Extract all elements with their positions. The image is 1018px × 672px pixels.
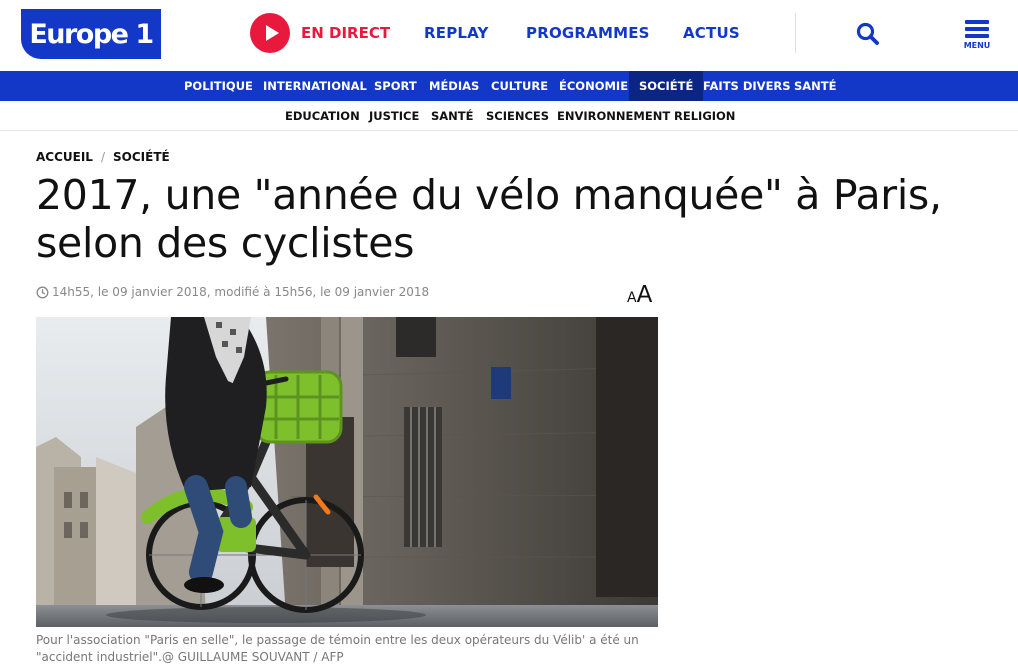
- menu-button[interactable]: MENU: [962, 20, 992, 52]
- play-icon: [250, 13, 290, 53]
- photo-cyclist-velib: [36, 317, 658, 627]
- font-size-toggle[interactable]: A A: [627, 282, 652, 308]
- header-divider: [795, 13, 796, 53]
- breadcrumb: ACCUEIL / SOCIÉTÉ: [36, 150, 170, 164]
- nav-replay[interactable]: REPLAY: [424, 24, 489, 42]
- live-button[interactable]: EN DIRECT: [250, 13, 390, 53]
- category-politique[interactable]: POLITIQUE: [174, 71, 263, 101]
- nav-actus[interactable]: ACTUS: [683, 24, 740, 42]
- hamburger-icon: [965, 20, 989, 24]
- live-label: EN DIRECT: [301, 24, 391, 42]
- breadcrumb-accueil[interactable]: ACCUEIL: [36, 150, 93, 164]
- europe1-logo[interactable]: Europe 1: [21, 9, 161, 59]
- article-title: 2017, une "année du vélo manquée" à Pari…: [36, 171, 942, 267]
- subcategory-nav: EDUCATION JUSTICE SANTÉ SCIENCES ENVIRON…: [0, 101, 1018, 131]
- font-size-large-icon: A: [636, 282, 653, 308]
- font-size-small-icon: A: [627, 290, 637, 306]
- subcategory-education[interactable]: EDUCATION: [285, 101, 360, 131]
- hamburger-icon-bar: [965, 27, 989, 31]
- subcategory-environnement[interactable]: ENVIRONNEMENT: [557, 101, 670, 131]
- site-header: Europe 1 EN DIRECT REPLAY PROGRAMMES ACT…: [0, 0, 1018, 70]
- clock-icon: [36, 286, 49, 298]
- publish-date: 14h55, le 09 janvier 2018, modifié à 15h…: [52, 285, 430, 299]
- breadcrumb-separator: /: [100, 150, 105, 164]
- category-culture[interactable]: CULTURE: [481, 71, 558, 101]
- subcategory-religion[interactable]: RELIGION: [674, 101, 735, 131]
- logo-text: Europe 1: [29, 18, 154, 50]
- subcategory-sante[interactable]: SANTÉ: [431, 101, 474, 131]
- search-icon[interactable]: [855, 21, 881, 47]
- subcategory-justice[interactable]: JUSTICE: [369, 101, 419, 131]
- breadcrumb-societe[interactable]: SOCIÉTÉ: [113, 150, 170, 164]
- photo-caption: Pour l'association "Paris en selle", le …: [36, 633, 639, 664]
- subcategory-sciences[interactable]: SCIENCES: [486, 101, 549, 131]
- category-sante[interactable]: SANTÉ: [784, 71, 847, 101]
- hamburger-icon-bar: [965, 34, 989, 38]
- article-meta: 14h55, le 09 janvier 2018, modifié à 15h…: [36, 285, 429, 299]
- nav-programmes[interactable]: PROGRAMMES: [526, 24, 650, 42]
- category-international[interactable]: INTERNATIONAL: [253, 71, 377, 101]
- category-economie[interactable]: ÉCONOMIE: [549, 71, 638, 101]
- category-nav: POLITIQUE INTERNATIONAL SPORT MÉDIAS CUL…: [0, 71, 1018, 101]
- menu-label: MENU: [963, 41, 991, 50]
- article-photo: [36, 317, 658, 627]
- category-sport[interactable]: SPORT: [364, 71, 427, 101]
- category-medias[interactable]: MÉDIAS: [419, 71, 489, 101]
